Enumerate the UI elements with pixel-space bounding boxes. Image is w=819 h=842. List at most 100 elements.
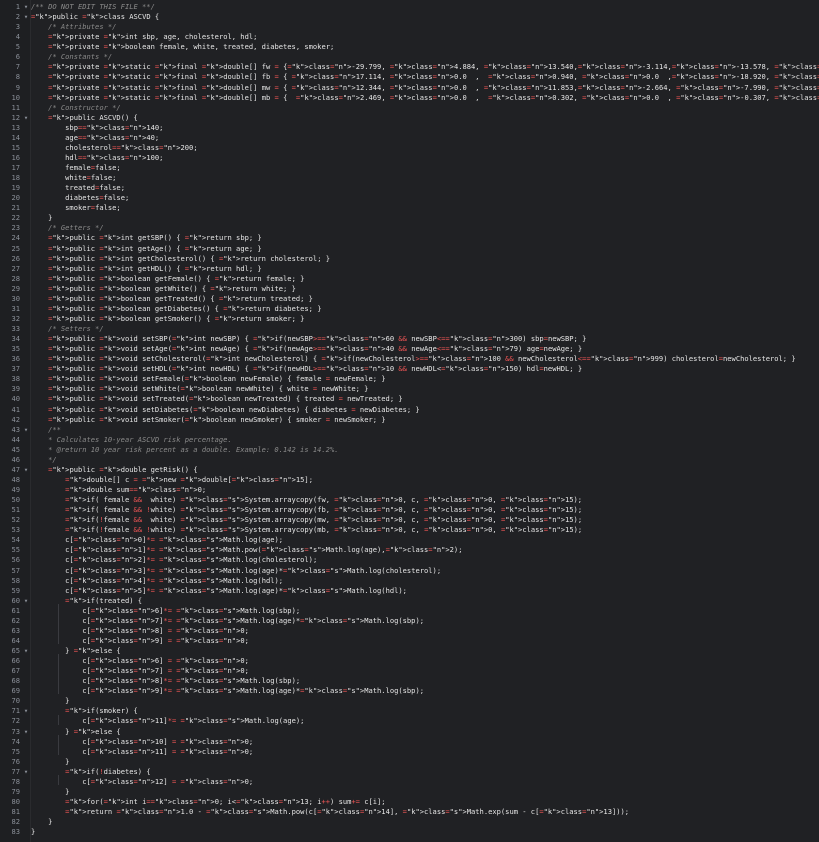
code-line[interactable]: 35 ="k">public ="k">void setAge(="k">int… <box>0 344 819 354</box>
line-number: 27 <box>11 263 20 273</box>
code-text: c[="k">class="n">8]*= ="k">class="s">Mat… <box>31 676 301 686</box>
line-number: 65 <box>11 646 20 655</box>
code-line[interactable]: 67 c[="k">class="n">7] = ="k">class="n">… <box>0 666 819 676</box>
code-line[interactable]: 38 ="k">public ="k">void setFemale(="k">… <box>0 374 819 384</box>
code-line[interactable]: 23 /* Getters */ <box>0 223 819 233</box>
code-line[interactable]: 43 ▾ /** <box>0 425 819 435</box>
code-line[interactable]: 24 ="k">public ="k">int getSBP() { ="k">… <box>0 233 819 243</box>
code-line[interactable]: 64 c[="k">class="n">9] = ="k">class="n">… <box>0 636 819 646</box>
code-line[interactable]: 19 treated=false; <box>0 183 819 193</box>
code-line[interactable]: 14 age=="k">class="n">40; <box>0 133 819 143</box>
code-line[interactable]: 12 ▾ ="k">public ASCVD() { <box>0 113 819 123</box>
code-line[interactable]: 72 c[="k">class="n">11]*= ="k">class="s"… <box>0 716 819 726</box>
code-line[interactable]: 73 ▾ } ="k">else { <box>0 727 819 737</box>
code-line[interactable]: 46 */ <box>0 455 819 465</box>
code-line[interactable]: 33 /* Setters */ <box>0 324 819 334</box>
code-line[interactable]: 30 ="k">public ="k">boolean getTreated()… <box>0 294 819 304</box>
code-line[interactable]: 70 } <box>0 696 819 706</box>
code-line[interactable]: 76 } <box>0 757 819 767</box>
code-text: age=="k">class="n">40; <box>31 132 160 142</box>
code-line[interactable]: 11 /* Constructor */ <box>0 103 819 113</box>
code-line[interactable]: 79 } <box>0 787 819 797</box>
code-line[interactable]: 53 ="k">if(!female && !white) ="k">class… <box>0 525 819 535</box>
code-line[interactable]: 36 ="k">public ="k">void setCholesterol(… <box>0 354 819 364</box>
code-line[interactable]: 6 /* Constants */ <box>0 52 819 62</box>
code-editor[interactable]: 1 ▾/** DO NOT EDIT THIS FILE **/2 ▾ ="k">pu… <box>0 0 819 842</box>
code-text: c[="k">class="n">6]*= ="k">class="s">Mat… <box>31 605 301 615</box>
code-line[interactable]: 15 cholesterol=="k">class="n">200; <box>0 143 819 153</box>
code-line[interactable]: 55 c[="k">class="n">1]*= ="k">class="s">… <box>0 545 819 555</box>
code-line[interactable]: 48 ="k">double[] c = ="k">new ="k">doubl… <box>0 475 819 485</box>
code-line[interactable]: 78 c[="k">class="n">12] = ="k">class="n"… <box>0 777 819 787</box>
code-area[interactable]: 1 ▾/** DO NOT EDIT THIS FILE **/2 ▾ ="k">pu… <box>0 2 819 837</box>
code-line[interactable]: 1 ▾/** DO NOT EDIT THIS FILE **/ <box>0 2 819 12</box>
code-line[interactable]: 82 } <box>0 817 819 827</box>
code-line[interactable]: 7 ="k">private ="k">static ="k">final ="… <box>0 62 819 72</box>
code-line[interactable]: 65 ▾ } ="k">else { <box>0 646 819 656</box>
code-line[interactable]: 77 ▾ ="k">if(!diabetes) { <box>0 767 819 777</box>
code-line[interactable]: 83} <box>0 827 819 837</box>
code-line[interactable]: 10 ="k">private ="k">static ="k">final =… <box>0 93 819 103</box>
code-line[interactable]: 13 sbp=="k">class="n">140; <box>0 123 819 133</box>
code-text: ="k">double[] c = ="k">new ="k">double[=… <box>65 474 313 484</box>
code-line[interactable]: 66 c[="k">class="n">6] = ="k">class="n">… <box>0 656 819 666</box>
code-line[interactable]: 27 ="k">public ="k">int getHDL() { ="k">… <box>0 264 819 274</box>
code-line[interactable]: 49 ="k">double sum=="k">class="n">0; <box>0 485 819 495</box>
code-line[interactable]: 41 ="k">public ="k">void setDiabetes(="k… <box>0 405 819 415</box>
code-text: ="k">if(!female && !white) ="k">class="s… <box>65 525 583 535</box>
code-line[interactable]: 8 ="k">private ="k">static ="k">final ="… <box>0 72 819 82</box>
code-line[interactable]: 26 ="k">public ="k">int getCholesterol()… <box>0 254 819 264</box>
code-line[interactable]: 42 ="k">public ="k">void setSmoker(="k">… <box>0 415 819 425</box>
code-line[interactable]: 40 ="k">public ="k">void setTreated(="k"… <box>0 394 819 404</box>
code-line[interactable]: 9 ="k">private ="k">static ="k">final ="… <box>0 83 819 93</box>
code-line[interactable]: 45 * @return 10 year risk percent as a d… <box>0 445 819 455</box>
code-line[interactable]: 52 ="k">if(!female && white) ="k">class=… <box>0 515 819 525</box>
code-text: c[="k">class="n">2]*= ="k">class="s">Mat… <box>31 555 318 565</box>
code-line[interactable]: 58 c[="k">class="n">4]*= ="k">class="s">… <box>0 576 819 586</box>
code-line[interactable]: 71 ▾ ="k">if(smoker) { <box>0 706 819 716</box>
code-line[interactable]: 81 ="k">return ="k">class="n">1.0 - ="k"… <box>0 807 819 817</box>
code-text: ="k">public ="k">class ASCVD { <box>31 12 160 22</box>
code-line[interactable]: 59 c[="k">class="n">5]*= ="k">class="s">… <box>0 586 819 596</box>
code-line[interactable]: 54 c[="k">class="n">0]*= ="k">class="s">… <box>0 535 819 545</box>
code-text: ="k">double sum=="k">class="n">0; <box>65 485 207 494</box>
line-number: 72 <box>11 716 20 726</box>
code-line[interactable]: 68 c[="k">class="n">8]*= ="k">class="s">… <box>0 676 819 686</box>
code-line[interactable]: 47 ▾ ="k">public ="k">double getRisk() { <box>0 465 819 475</box>
code-line[interactable]: 74 c[="k">class="n">10] = ="k">class="n"… <box>0 737 819 747</box>
code-line[interactable]: 61 c[="k">class="n">6]*= ="k">class="s">… <box>0 606 819 616</box>
code-line[interactable]: 51 ="k">if( female && !white) ="k">class… <box>0 505 819 515</box>
code-line[interactable]: 5 ="k">private ="k">boolean female, whit… <box>0 42 819 52</box>
code-line[interactable]: 4 ="k">private ="k">int sbp, age, choles… <box>0 32 819 42</box>
code-line[interactable]: 60 ▾ ="k">if(treated) { <box>0 596 819 606</box>
code-text: } <box>31 827 36 837</box>
code-line[interactable]: 75 c[="k">class="n">11] = ="k">class="n"… <box>0 747 819 757</box>
code-line[interactable]: 50 ="k">if( female && white) ="k">class=… <box>0 495 819 505</box>
code-text: } ="k">else { <box>31 646 121 655</box>
code-line[interactable]: 31 ="k">public ="k">boolean getDiabetes(… <box>0 304 819 314</box>
code-line[interactable]: 29 ="k">public ="k">boolean getWhite() {… <box>0 284 819 294</box>
code-line[interactable]: 80 ="k">for(="k">int i=="k">class="n">0;… <box>0 797 819 807</box>
code-line[interactable]: 56 c[="k">class="n">2]*= ="k">class="s">… <box>0 555 819 565</box>
code-line[interactable]: 16 hdl=="k">class="n">100; <box>0 153 819 163</box>
code-line[interactable]: 44 * Calculates 10-year ASCVD risk perce… <box>0 435 819 445</box>
line-number: 69 <box>11 686 20 696</box>
code-line[interactable]: 18 white=false; <box>0 173 819 183</box>
code-line[interactable]: 57 c[="k">class="n">3]*= ="k">class="s">… <box>0 566 819 576</box>
code-line[interactable]: 62 c[="k">class="n">7]*= ="k">class="s">… <box>0 616 819 626</box>
code-line[interactable]: 32 ="k">public ="k">boolean getSmoker() … <box>0 314 819 324</box>
code-line[interactable]: 28 ="k">public ="k">boolean getFemale() … <box>0 274 819 284</box>
code-line[interactable]: 20 diabetes=false; <box>0 193 819 203</box>
code-line[interactable]: 39 ="k">public ="k">void setWhite(="k">b… <box>0 384 819 394</box>
code-line[interactable]: 22 } <box>0 213 819 223</box>
code-line[interactable]: 21 smoker=false; <box>0 203 819 213</box>
code-line[interactable]: 25 ="k">public ="k">int getAge() { ="k">… <box>0 244 819 254</box>
code-line[interactable]: 34 ="k">public ="k">void setSBP(="k">int… <box>0 334 819 344</box>
code-line[interactable]: 37 ="k">public ="k">void setHDL(="k">int… <box>0 364 819 374</box>
code-line[interactable]: 17 female=false; <box>0 163 819 173</box>
code-line[interactable]: 63 c[="k">class="n">8] = ="k">class="n">… <box>0 626 819 636</box>
code-line[interactable]: 69 c[="k">class="n">9]*= ="k">class="s">… <box>0 686 819 696</box>
code-line[interactable]: 3 /* Attributes */ <box>0 22 819 32</box>
code-text: smoker=false; <box>31 203 121 213</box>
code-line[interactable]: 2 ▾ ="k">public ="k">class ASCVD { <box>0 12 819 22</box>
